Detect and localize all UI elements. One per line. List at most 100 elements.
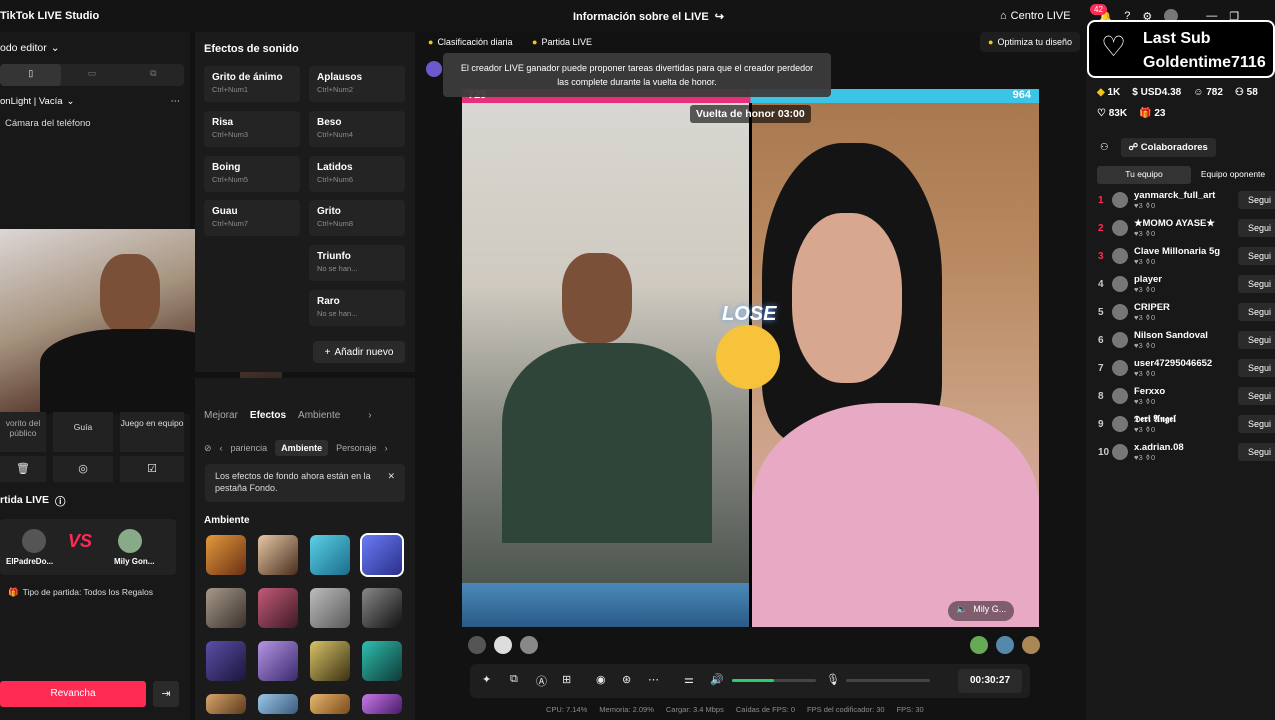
collaborators-button[interactable]: ☍ Colaboradores	[1120, 138, 1216, 157]
portrait-option[interactable]: ▯	[0, 64, 62, 86]
follow-button[interactable]: Segui	[1238, 191, 1275, 209]
live-info-link[interactable]: Información sobre el LIVE ↪	[573, 10, 724, 24]
effect-thumbnail[interactable]	[258, 535, 298, 575]
sfx-button[interactable]: Raro No se han...	[309, 290, 405, 326]
avatar[interactable]	[1112, 416, 1128, 432]
more-icon[interactable]: ⋯	[648, 673, 659, 686]
viewer-row[interactable]: 10 x.adrian.08 ♥3 ⚱0	[1098, 440, 1184, 464]
mic-slider[interactable]	[846, 679, 930, 682]
effect-thumbnail[interactable]	[310, 641, 350, 681]
tool-extra-3[interactable]: ☑	[120, 456, 184, 482]
effect-thumbnail[interactable]	[310, 588, 350, 628]
avatar[interactable]	[1112, 248, 1128, 264]
follow-button[interactable]: Segui	[1238, 275, 1275, 293]
chevron-right-icon[interactable]: ›	[385, 443, 388, 453]
effect-thumbnail[interactable]	[258, 588, 298, 628]
effect-thumbnail[interactable]	[310, 535, 350, 575]
follow-button[interactable]: Segui	[1238, 219, 1275, 237]
sfx-button[interactable]: Latidos Ctrl+Num6	[309, 156, 405, 192]
mode-selector[interactable]: odo editor ⌄	[0, 42, 60, 54]
viewer-row[interactable]: 2 ★MOMO AYASE★ ♥3 ⚱0	[1098, 216, 1215, 240]
chevron-left-icon[interactable]: ‹	[220, 443, 223, 453]
follow-button[interactable]: Segui	[1238, 303, 1275, 321]
speaker-icon[interactable]: 🔊	[710, 673, 724, 686]
subtab-ambient[interactable]: Ambiente	[275, 440, 329, 456]
tool-extra-1[interactable]: 🗑	[0, 456, 46, 482]
sfx-button[interactable]: Guau Ctrl+Num7	[204, 200, 300, 236]
volume-slider[interactable]	[732, 679, 816, 682]
effect-thumbnail[interactable]	[258, 694, 298, 714]
avatar[interactable]	[1112, 444, 1128, 460]
rematch-button[interactable]: Revancha	[0, 681, 146, 707]
effect-thumbnail[interactable]	[206, 641, 246, 681]
sfx-button[interactable]: Grito Ctrl+Num8	[309, 200, 405, 236]
subtab-character[interactable]: Personaje	[336, 443, 377, 453]
microphone-icon[interactable]: 🎙	[826, 673, 840, 686]
supporter-avatar[interactable]	[996, 636, 1014, 654]
avatar[interactable]	[1112, 276, 1128, 292]
chevron-right-icon[interactable]: ›	[368, 410, 371, 421]
optimize-layout-button[interactable]: ● Optimiza tu diseño	[980, 32, 1080, 52]
viewer-row[interactable]: 4 player ♥3 ⚱0	[1098, 272, 1162, 296]
tab-opponent-team[interactable]: Equipo oponente	[1191, 166, 1275, 184]
effect-thumbnail[interactable]	[362, 694, 402, 714]
avatar[interactable]	[1112, 220, 1128, 236]
avatar[interactable]	[1112, 304, 1128, 320]
magic-wand-icon[interactable]: ✦	[482, 673, 491, 686]
avatar[interactable]	[1112, 360, 1128, 376]
sfx-button[interactable]: Boing Ctrl+Num5	[204, 156, 300, 192]
centro-live-button[interactable]: ⌂ Centro LIVE	[1000, 10, 1071, 22]
ai-icon[interactable]: Ⓐ	[536, 673, 547, 689]
tab-ambient[interactable]: Ambiente	[298, 410, 340, 421]
none-icon[interactable]: ⊘	[204, 443, 212, 454]
effect-thumbnail[interactable]	[258, 641, 298, 681]
avatar[interactable]	[1112, 192, 1128, 208]
tab-your-team[interactable]: Tu equipo	[1097, 166, 1191, 184]
mixer-icon[interactable]: ⚌	[684, 673, 694, 686]
viewer-row[interactable]: 5 CRIPER ♥3 ⚱0	[1098, 300, 1170, 324]
supporter-avatar[interactable]	[520, 636, 538, 654]
viewer-row[interactable]: 9 𝕯𝖊𝖗𝖎 𝕬𝖓𝖌𝖊𝖑 ♥3 ⚱0	[1098, 412, 1176, 436]
viewer-row[interactable]: 3 Clave Millonaria 5g ♥3 ⚱0	[1098, 244, 1220, 268]
effect-thumbnail[interactable]	[310, 694, 350, 714]
sfx-button[interactable]: Risa Ctrl+Num3	[204, 111, 300, 147]
follow-button[interactable]: Segui	[1238, 331, 1275, 349]
scene-selector[interactable]: onLight | Vacía ⌄ ⋯	[0, 96, 180, 107]
avatar[interactable]	[1112, 332, 1128, 348]
follow-button[interactable]: Segui	[1238, 415, 1275, 433]
sfx-button[interactable]: Grito de ánimo Ctrl+Num1	[204, 66, 300, 102]
effect-thumbnail[interactable]	[206, 535, 246, 575]
camera-source[interactable]: Cámara del teléfono	[5, 118, 91, 129]
close-icon[interactable]: ✕	[387, 470, 395, 482]
more-icon[interactable]: ⋯	[171, 96, 181, 107]
info-icon[interactable]: ⓘ	[55, 494, 66, 509]
daily-rank-button[interactable]: ● Clasificación diaria	[420, 32, 520, 52]
supporter-avatar[interactable]	[468, 636, 486, 654]
sfx-button[interactable]: Beso Ctrl+Num4	[309, 111, 405, 147]
subtab-appearance[interactable]: pariencia	[231, 443, 268, 453]
add-sound-button[interactable]: + Añadir nuevo	[313, 341, 405, 363]
effect-thumbnail-selected[interactable]	[360, 533, 404, 577]
landscape-option[interactable]: ▭	[61, 64, 122, 86]
effect-thumbnail[interactable]	[362, 588, 402, 628]
add-user-icon[interactable]: ⚇	[1100, 142, 1109, 153]
avatar[interactable]	[1112, 388, 1128, 404]
tool-team-game[interactable]: Juego en equipo	[120, 412, 184, 452]
layout-icon[interactable]: ⧉	[510, 673, 518, 686]
record-icon[interactable]: ◉	[596, 673, 606, 686]
supporter-avatar[interactable]	[970, 636, 988, 654]
tool-extra-2[interactable]: ◎	[53, 456, 113, 482]
viewer-row[interactable]: 7 user47295046652 ♥3 ⚱0	[1098, 356, 1212, 380]
effect-thumbnail[interactable]	[362, 641, 402, 681]
tab-effects[interactable]: Efectos	[250, 410, 286, 421]
effect-thumbnail[interactable]	[206, 588, 246, 628]
effect-thumbnail[interactable]	[206, 694, 246, 714]
add-source-icon[interactable]: ⊞	[562, 673, 571, 686]
follow-button[interactable]: Segui	[1238, 247, 1275, 265]
viewer-row[interactable]: 6 Nilson Sandoval ♥3 ⚱0	[1098, 328, 1208, 352]
tool-favorite[interactable]: vorito del público	[0, 412, 46, 452]
tool-guide[interactable]: Guía	[53, 412, 113, 452]
follow-button[interactable]: Segui	[1238, 443, 1275, 461]
sfx-button[interactable]: Aplausos Ctrl+Num2	[309, 66, 405, 102]
capture-icon[interactable]: ⊛	[622, 673, 631, 686]
